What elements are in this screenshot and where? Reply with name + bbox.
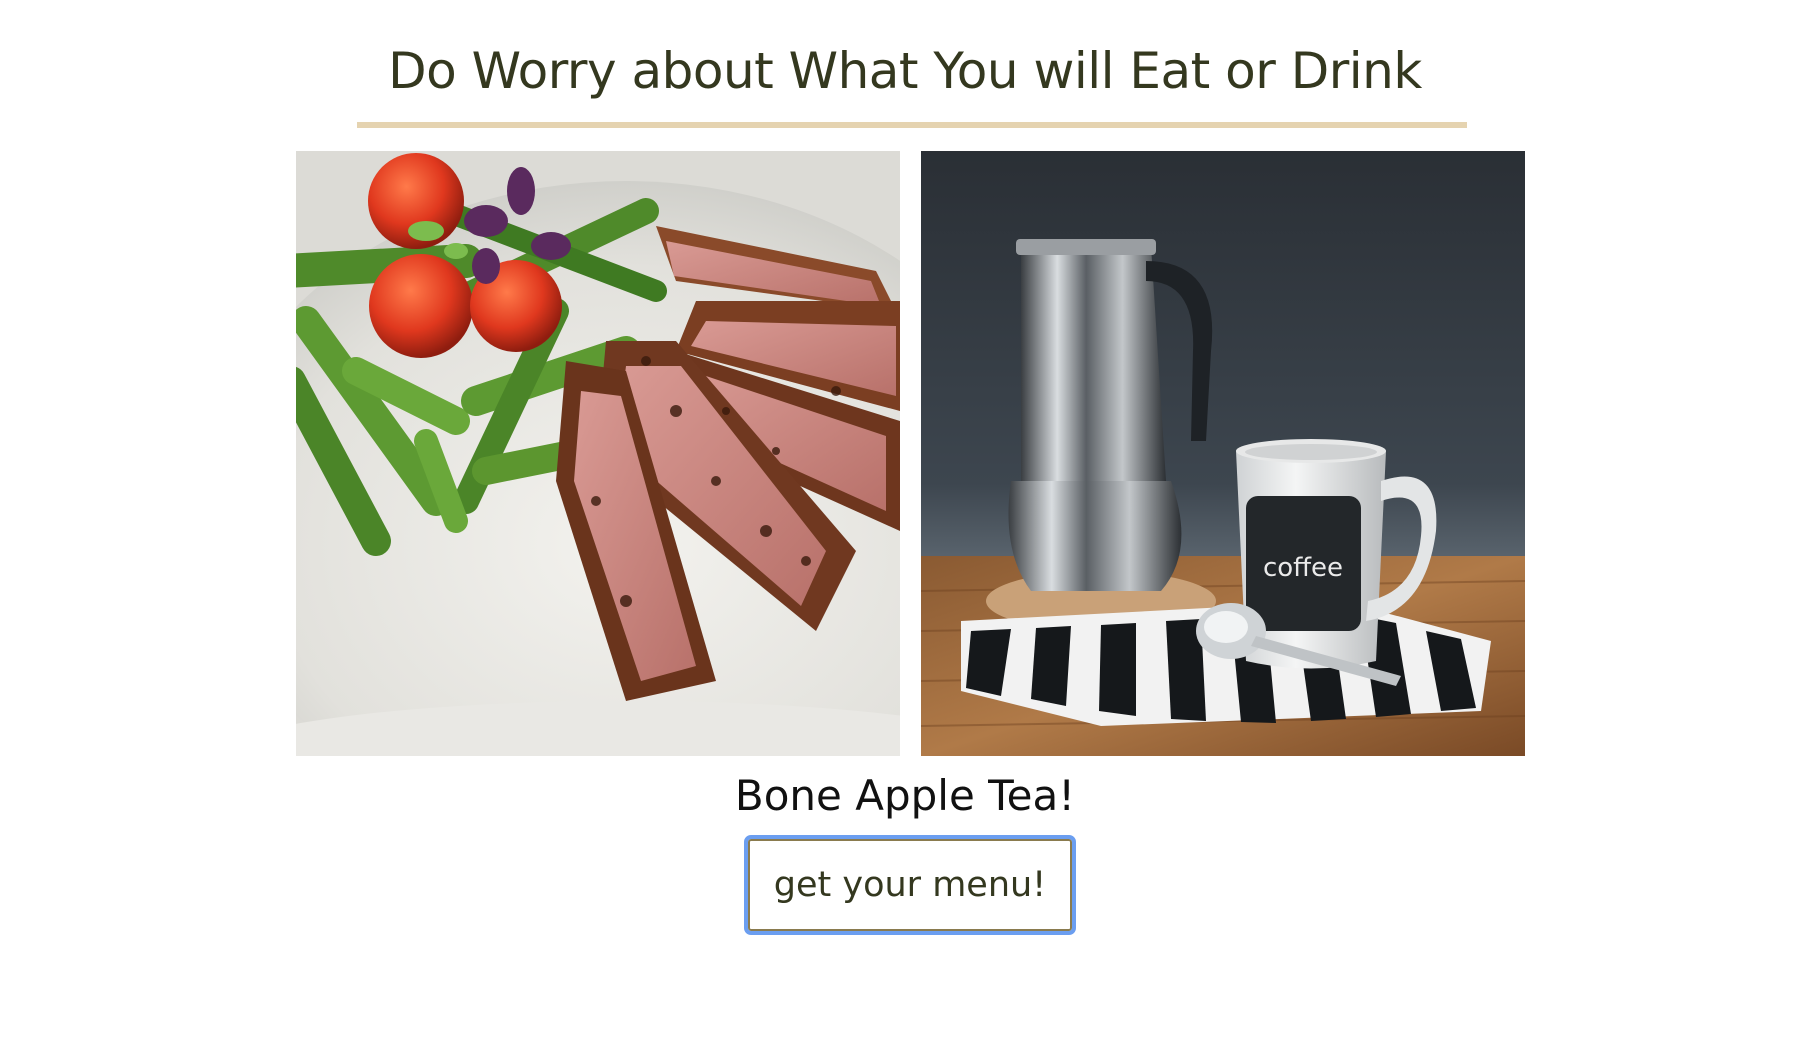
coffee-pot-mug-photo: coffee [921,151,1525,756]
title-divider [357,122,1467,128]
get-menu-button[interactable]: get your menu! [744,835,1076,935]
mug-coffee-text: coffee [1263,553,1343,583]
tagline: Bone Apple Tea! [734,771,1076,820]
steak-asparagus-photo [296,151,900,756]
page-title: Do Worry about What You will Eat or Drin… [388,42,1422,100]
